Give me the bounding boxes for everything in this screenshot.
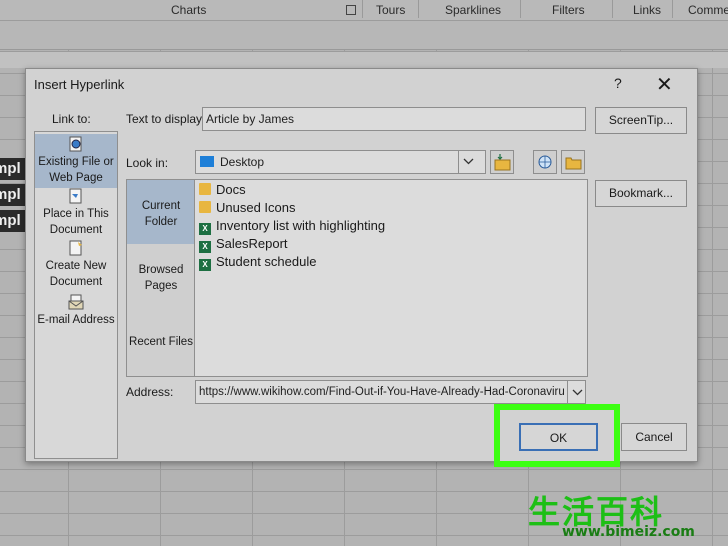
- email-icon: [68, 294, 84, 310]
- screentip-button[interactable]: ScreenTip...: [595, 107, 687, 134]
- address-value: https://www.wikihow.com/Find-Out-if-You-…: [199, 386, 565, 398]
- text-to-display-field[interactable]: Article by James: [202, 107, 586, 131]
- list-item[interactable]: Unused Icons: [199, 199, 296, 217]
- link-to-item-label: Existing File or: [38, 156, 114, 168]
- desktop-icon: [200, 156, 214, 167]
- dialog-title: Insert Hyperlink: [34, 77, 125, 92]
- excel-file-icon: X: [199, 223, 211, 235]
- ribbon-group-filters: Filters: [552, 3, 585, 17]
- ribbon-separator: [418, 0, 419, 18]
- existing-file-icon: [69, 136, 82, 152]
- excel-file-icon: X: [199, 241, 211, 253]
- ribbon-group-sparklines: Sparklines: [445, 3, 502, 17]
- list-item[interactable]: X Inventory list with highlighting: [199, 217, 385, 235]
- help-button[interactable]: ?: [614, 75, 622, 91]
- link-to-label: Link to:: [52, 112, 91, 126]
- globe-search-icon: [538, 155, 552, 169]
- dialog-launcher-icon[interactable]: [346, 5, 356, 15]
- link-to-place-in-document[interactable]: Place in This Document: [35, 188, 117, 238]
- link-to-item-label: Create New: [45, 260, 107, 272]
- ribbon: Charts Tours Sparklines Filters Links Co…: [0, 0, 728, 21]
- ribbon-separator: [612, 0, 613, 18]
- ribbon-separator: [520, 0, 521, 18]
- list-item[interactable]: X Student schedule: [199, 253, 316, 271]
- list-item[interactable]: X SalesReport: [199, 235, 288, 253]
- formula-bar: [0, 52, 728, 68]
- column-header-area: [0, 21, 728, 50]
- file-name: SalesReport: [216, 236, 288, 251]
- file-name: Unused Icons: [216, 200, 296, 215]
- place-label: Recent Files: [129, 336, 193, 348]
- watermark-url: www.bimeiz.com: [562, 524, 695, 540]
- ribbon-group-comments: Comme: [688, 3, 728, 17]
- place-label: Folder: [144, 216, 178, 228]
- link-to-email-address[interactable]: E-mail Address: [35, 294, 117, 334]
- chevron-down-icon: [463, 158, 474, 165]
- browse-for-file-button[interactable]: [561, 150, 585, 174]
- link-to-item-label: Web Page: [49, 172, 103, 184]
- address-label: Address:: [126, 385, 174, 399]
- sheet-cell[interactable]: mpl: [0, 158, 25, 180]
- place-in-document-icon: [69, 188, 82, 204]
- place-label: Pages: [144, 280, 178, 292]
- browse-the-web-button[interactable]: [533, 150, 557, 174]
- ribbon-separator: [672, 0, 673, 18]
- ribbon-group-links: Links: [633, 3, 662, 17]
- open-folder-icon: [565, 157, 582, 170]
- link-to-panel: Existing File or Web Page Place in This …: [34, 131, 118, 459]
- sheet-cell[interactable]: mpl: [0, 210, 25, 232]
- place-label: Browsed: [138, 264, 184, 276]
- browse-web-button[interactable]: [490, 150, 514, 174]
- list-item[interactable]: Docs: [199, 181, 246, 199]
- link-to-existing-file[interactable]: Existing File or Web Page: [35, 134, 117, 188]
- link-to-item-label: Place in This: [43, 208, 109, 220]
- address-dropdown[interactable]: [567, 381, 587, 403]
- text-to-display-label: Text to display:: [126, 112, 206, 126]
- link-to-item-label: Document: [49, 276, 103, 288]
- ok-highlight-box: [494, 404, 620, 467]
- text-to-display-value: Article by James: [206, 112, 295, 126]
- link-to-create-new-document[interactable]: Create New Document: [35, 240, 117, 290]
- cancel-button[interactable]: Cancel: [621, 423, 687, 451]
- file-name: Inventory list with highlighting: [216, 218, 386, 233]
- link-to-item-label: E-mail Address: [37, 314, 115, 326]
- look-in-value: Desktop: [220, 155, 265, 169]
- file-name: Docs: [216, 182, 246, 197]
- ribbon-group-charts: Charts: [171, 3, 207, 17]
- look-in-label: Look in:: [126, 156, 169, 170]
- sheet-cell[interactable]: mpl: [0, 184, 25, 206]
- place-recent-files[interactable]: Recent Files: [127, 334, 195, 354]
- insert-hyperlink-dialog: Insert Hyperlink ? ✕ Link to: Existing F…: [25, 68, 698, 462]
- look-in-dropdown[interactable]: [458, 150, 478, 174]
- place-current-folder[interactable]: Current Folder: [127, 180, 195, 244]
- bookmark-button[interactable]: Bookmark...: [595, 180, 687, 207]
- file-name: Student schedule: [216, 254, 317, 269]
- excel-file-icon: X: [199, 259, 211, 271]
- address-field[interactable]: https://www.wikihow.com/Find-Out-if-You-…: [195, 380, 586, 404]
- ribbon-group-tours: Tours: [376, 3, 406, 17]
- folder-icon: [199, 201, 211, 213]
- look-in-select[interactable]: Desktop: [195, 150, 486, 174]
- new-document-icon: [69, 240, 82, 256]
- folder-icon: [199, 183, 211, 195]
- place-label: Current: [141, 200, 181, 212]
- places-bar: Current Folder Browsed Pages Recent File…: [126, 179, 196, 377]
- link-to-item-label: Document: [49, 224, 103, 236]
- chevron-down-icon: [572, 389, 583, 396]
- ribbon-separator: [362, 0, 363, 18]
- folder-arrow-icon: [494, 154, 511, 171]
- file-list[interactable]: Docs Unused Icons X Inventory list with h…: [194, 179, 588, 377]
- place-browsed-pages[interactable]: Browsed Pages: [127, 262, 195, 302]
- close-button[interactable]: ✕: [656, 72, 673, 97]
